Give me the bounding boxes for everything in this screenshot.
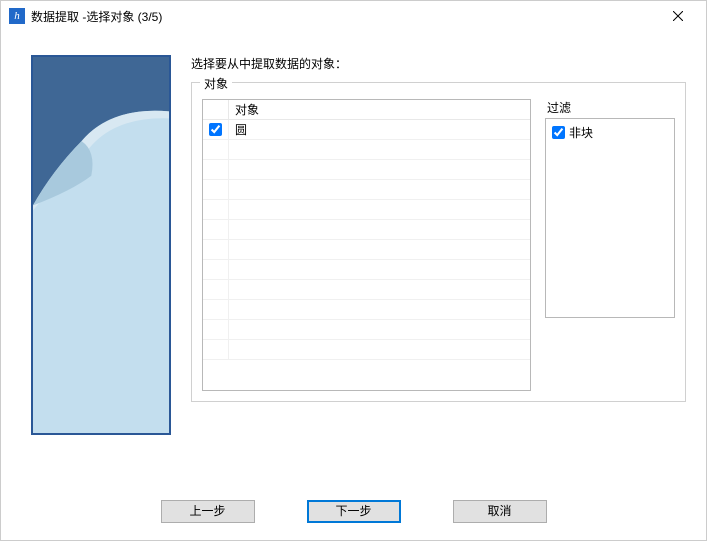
- groupbox-title: 对象: [200, 75, 232, 92]
- objects-table: 对象 圆: [202, 99, 531, 391]
- object-name: 圆: [229, 121, 530, 138]
- button-row: 上一步 下一步 取消: [0, 500, 707, 523]
- filter-item-label: 非块: [569, 124, 593, 141]
- back-button[interactable]: 上一步: [161, 500, 255, 523]
- wizard-preview-image: [31, 55, 171, 435]
- objects-groupbox: 对象 对象 圆: [191, 82, 686, 402]
- table-header: 对象: [203, 100, 530, 120]
- close-icon: [673, 11, 683, 21]
- app-icon: h: [9, 8, 25, 24]
- next-button[interactable]: 下一步: [307, 500, 401, 523]
- object-checkbox[interactable]: [209, 123, 222, 136]
- filter-item[interactable]: 非块: [552, 123, 668, 141]
- close-button[interactable]: [658, 2, 698, 30]
- filter-checkbox[interactable]: [552, 126, 565, 139]
- filter-label: 过滤: [545, 99, 675, 116]
- instruction-label: 选择要从中提取数据的对象：: [191, 55, 686, 72]
- filter-list: 非块: [545, 118, 675, 318]
- titlebar: h 数据提取 -选择对象 (3/5): [1, 1, 706, 31]
- objects-header-label: 对象: [229, 101, 530, 118]
- table-row[interactable]: 圆: [203, 120, 530, 140]
- window-title: 数据提取 -选择对象 (3/5): [31, 8, 658, 25]
- cancel-button[interactable]: 取消: [453, 500, 547, 523]
